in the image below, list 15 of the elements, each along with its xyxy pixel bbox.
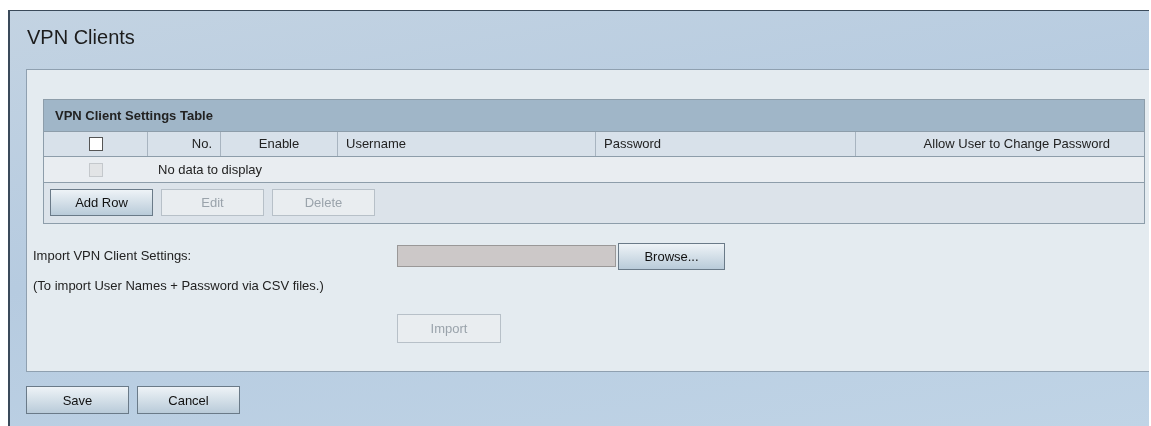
field-label: Import VPN Client Settings: bbox=[33, 247, 193, 265]
column-header: No. bbox=[148, 132, 221, 156]
column-header: Password bbox=[596, 132, 856, 156]
button[interactable]: Browse... bbox=[618, 242, 725, 270]
button[interactable]: Add Row bbox=[50, 189, 153, 216]
empty-message: No data to display bbox=[157, 161, 263, 179]
table-title: VPN Client Settings Table bbox=[44, 100, 1144, 132]
checkbox[interactable] bbox=[88, 137, 103, 151]
hint-text: (To import User Names + Password via CSV files.) bbox=[33, 277, 325, 295]
column-header: Allow User to Change Password bbox=[922, 135, 1111, 153]
column-header: Username bbox=[338, 132, 596, 156]
button[interactable]: Cancel bbox=[137, 386, 240, 414]
column-header: Enable bbox=[221, 132, 338, 156]
button[interactable]: Save bbox=[26, 386, 129, 414]
page-title: VPN Clients bbox=[26, 25, 136, 50]
